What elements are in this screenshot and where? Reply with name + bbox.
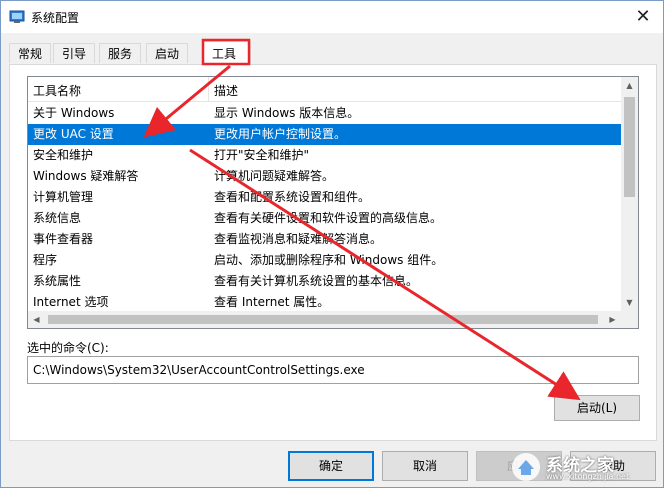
tool-description: 查看和配置系统设置和组件。 bbox=[214, 190, 371, 204]
tab-tools[interactable]: 工具 bbox=[203, 41, 251, 65]
tool-description: 查看有关硬件设置和软件设置的高级信息。 bbox=[214, 211, 443, 225]
scroll-right-arrow-icon[interactable]: ▶ bbox=[604, 311, 621, 328]
tool-description: 查看 Internet 属性。 bbox=[214, 295, 330, 309]
list-item[interactable]: 关于 Windows 显示 Windows 版本信息。 bbox=[28, 103, 621, 124]
tool-description: 显示 Windows 版本信息。 bbox=[214, 106, 360, 120]
vertical-scroll-thumb[interactable] bbox=[624, 97, 635, 197]
scroll-left-arrow-icon[interactable]: ◀ bbox=[28, 311, 45, 328]
list-item[interactable]: 程序 启动、添加或删除程序和 Windows 组件。 bbox=[28, 250, 621, 271]
column-divider[interactable] bbox=[208, 77, 209, 101]
tool-name: Windows 疑难解答 bbox=[33, 169, 139, 183]
tool-name: 程序 bbox=[33, 253, 58, 267]
title-bar: 系统配置 ✕ bbox=[1, 1, 663, 33]
list-item[interactable]: 计算机管理 查看和配置系统设置和组件。 bbox=[28, 187, 621, 208]
scroll-down-arrow-icon[interactable]: ▼ bbox=[621, 294, 638, 311]
column-header-description[interactable]: 描述 bbox=[214, 82, 238, 99]
watermark-logo-icon bbox=[512, 453, 540, 481]
tool-name: 安全和维护 bbox=[33, 148, 94, 162]
ok-button[interactable]: 确定 bbox=[288, 451, 374, 481]
list-item[interactable]: Internet 选项 查看 Internet 属性。 bbox=[28, 292, 621, 313]
vertical-scrollbar[interactable]: ▲ ▼ bbox=[621, 77, 638, 311]
tool-description: 更改用户帐户控制设置。 bbox=[214, 127, 347, 141]
tab-strip: 常规 引导 服务 启动 工具 bbox=[9, 41, 657, 65]
column-header-tool-name[interactable]: 工具名称 bbox=[33, 82, 81, 99]
tool-name: 系统信息 bbox=[33, 211, 82, 225]
tool-name: 关于 Windows bbox=[33, 106, 115, 120]
tool-description: 打开"安全和维护" bbox=[214, 148, 310, 162]
scroll-up-arrow-icon[interactable]: ▲ bbox=[621, 77, 638, 94]
list-rows: 关于 Windows 显示 Windows 版本信息。 更改 UAC 设置 更改用户… bbox=[28, 103, 621, 313]
tools-list[interactable]: 工具名称 描述 关于 Windows 显示 Windows 版本信息。 更改 UA… bbox=[27, 76, 639, 329]
watermark-url: www.xitongzhijia.net bbox=[546, 472, 630, 481]
tool-description: 启动、添加或删除程序和 Windows 组件。 bbox=[214, 253, 444, 267]
watermark: 系统之家 www.xitongzhijia.net bbox=[508, 450, 658, 484]
launch-button[interactable]: 启动(L) bbox=[554, 395, 640, 421]
list-item[interactable]: 事件查看器 查看监视消息和疑难解答消息。 bbox=[28, 229, 621, 250]
scrollbar-corner bbox=[621, 311, 638, 328]
horizontal-scrollbar[interactable]: ◀ ▶ bbox=[28, 311, 638, 328]
selected-command-field[interactable]: C:\Windows\System32\UserAccountControlSe… bbox=[27, 356, 639, 384]
tab-boot[interactable]: 引导 bbox=[53, 43, 96, 63]
tab-services[interactable]: 服务 bbox=[99, 43, 142, 63]
tool-name: 系统属性 bbox=[33, 274, 82, 288]
tool-description: 查看有关计算机系统设置的基本信息。 bbox=[214, 274, 419, 288]
list-item[interactable]: Windows 疑难解答 计算机问题疑难解答。 bbox=[28, 166, 621, 187]
tool-name: 计算机管理 bbox=[33, 190, 94, 204]
tool-name: 更改 UAC 设置 bbox=[33, 127, 114, 141]
tool-description: 计算机问题疑难解答。 bbox=[214, 169, 335, 183]
list-item-selected[interactable]: 更改 UAC 设置 更改用户帐户控制设置。 bbox=[28, 124, 621, 145]
system-config-window: 系统配置 ✕ 常规 引导 服务 启动 工具 工具名称 描述 关于 Windows… bbox=[0, 0, 664, 488]
tool-description: 查看监视消息和疑难解答消息。 bbox=[214, 232, 383, 246]
msconfig-icon bbox=[9, 10, 25, 23]
list-header: 工具名称 描述 bbox=[28, 77, 621, 102]
horizontal-scroll-thumb[interactable] bbox=[48, 315, 598, 324]
tab-general[interactable]: 常规 bbox=[9, 43, 52, 63]
cancel-button[interactable]: 取消 bbox=[382, 451, 468, 481]
tool-name: Internet 选项 bbox=[33, 295, 109, 309]
window-title: 系统配置 bbox=[31, 11, 80, 25]
selected-command-label: 选中的命令(C): bbox=[27, 341, 109, 355]
tab-startup[interactable]: 启动 bbox=[146, 43, 189, 63]
list-item[interactable]: 系统信息 查看有关硬件设置和软件设置的高级信息。 bbox=[28, 208, 621, 229]
list-item[interactable]: 安全和维护 打开"安全和维护" bbox=[28, 145, 621, 166]
list-item[interactable]: 系统属性 查看有关计算机系统设置的基本信息。 bbox=[28, 271, 621, 292]
tool-name: 事件查看器 bbox=[33, 232, 94, 246]
close-button[interactable]: ✕ bbox=[629, 3, 657, 31]
